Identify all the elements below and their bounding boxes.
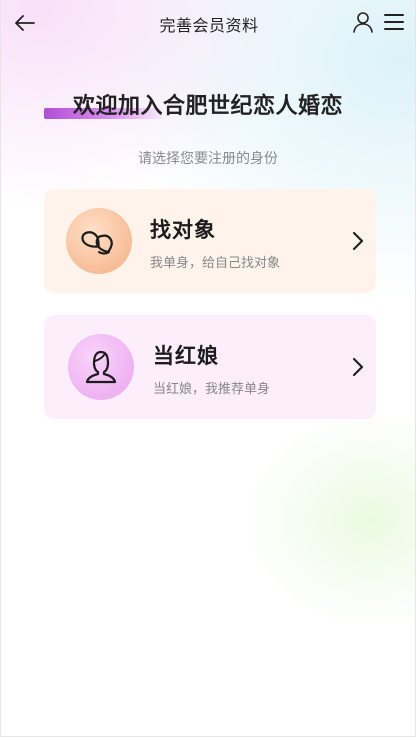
find-partner-icon-circle	[66, 208, 132, 274]
matchmaker-icon-circle	[68, 334, 134, 400]
user-button[interactable]	[350, 9, 376, 35]
chevron-right-icon	[349, 355, 367, 379]
matchmaker-card[interactable]: 当红娘 当红娘，我推荐单身	[44, 315, 376, 419]
find-partner-card[interactable]: 找对象 我单身，给自己找对象	[44, 189, 376, 293]
matchmaker-description: 当红娘，我推荐单身	[153, 382, 271, 397]
header: 完善会员资料	[1, 0, 415, 46]
person-icon	[85, 350, 117, 384]
subtitle: 请选择您要注册的身份	[138, 151, 278, 167]
page: 完善会员资料 欢迎加入合肥世纪恋人婚恋 请选择您要注册的身份 找对象 我单身，给	[0, 0, 416, 737]
welcome-section: 欢迎加入合肥世纪恋人婚恋	[1, 88, 415, 124]
find-partner-title: 找对象	[150, 218, 216, 242]
chevron-right-icon	[349, 229, 367, 253]
menu-icon	[384, 14, 404, 30]
heart-icon	[81, 231, 113, 255]
menu-button[interactable]	[381, 9, 407, 35]
welcome-heading: 欢迎加入合肥世纪恋人婚恋	[72, 94, 343, 119]
user-icon	[353, 12, 373, 33]
matchmaker-title: 当红娘	[153, 344, 219, 368]
find-partner-description: 我单身，给自己找对象	[150, 256, 281, 271]
